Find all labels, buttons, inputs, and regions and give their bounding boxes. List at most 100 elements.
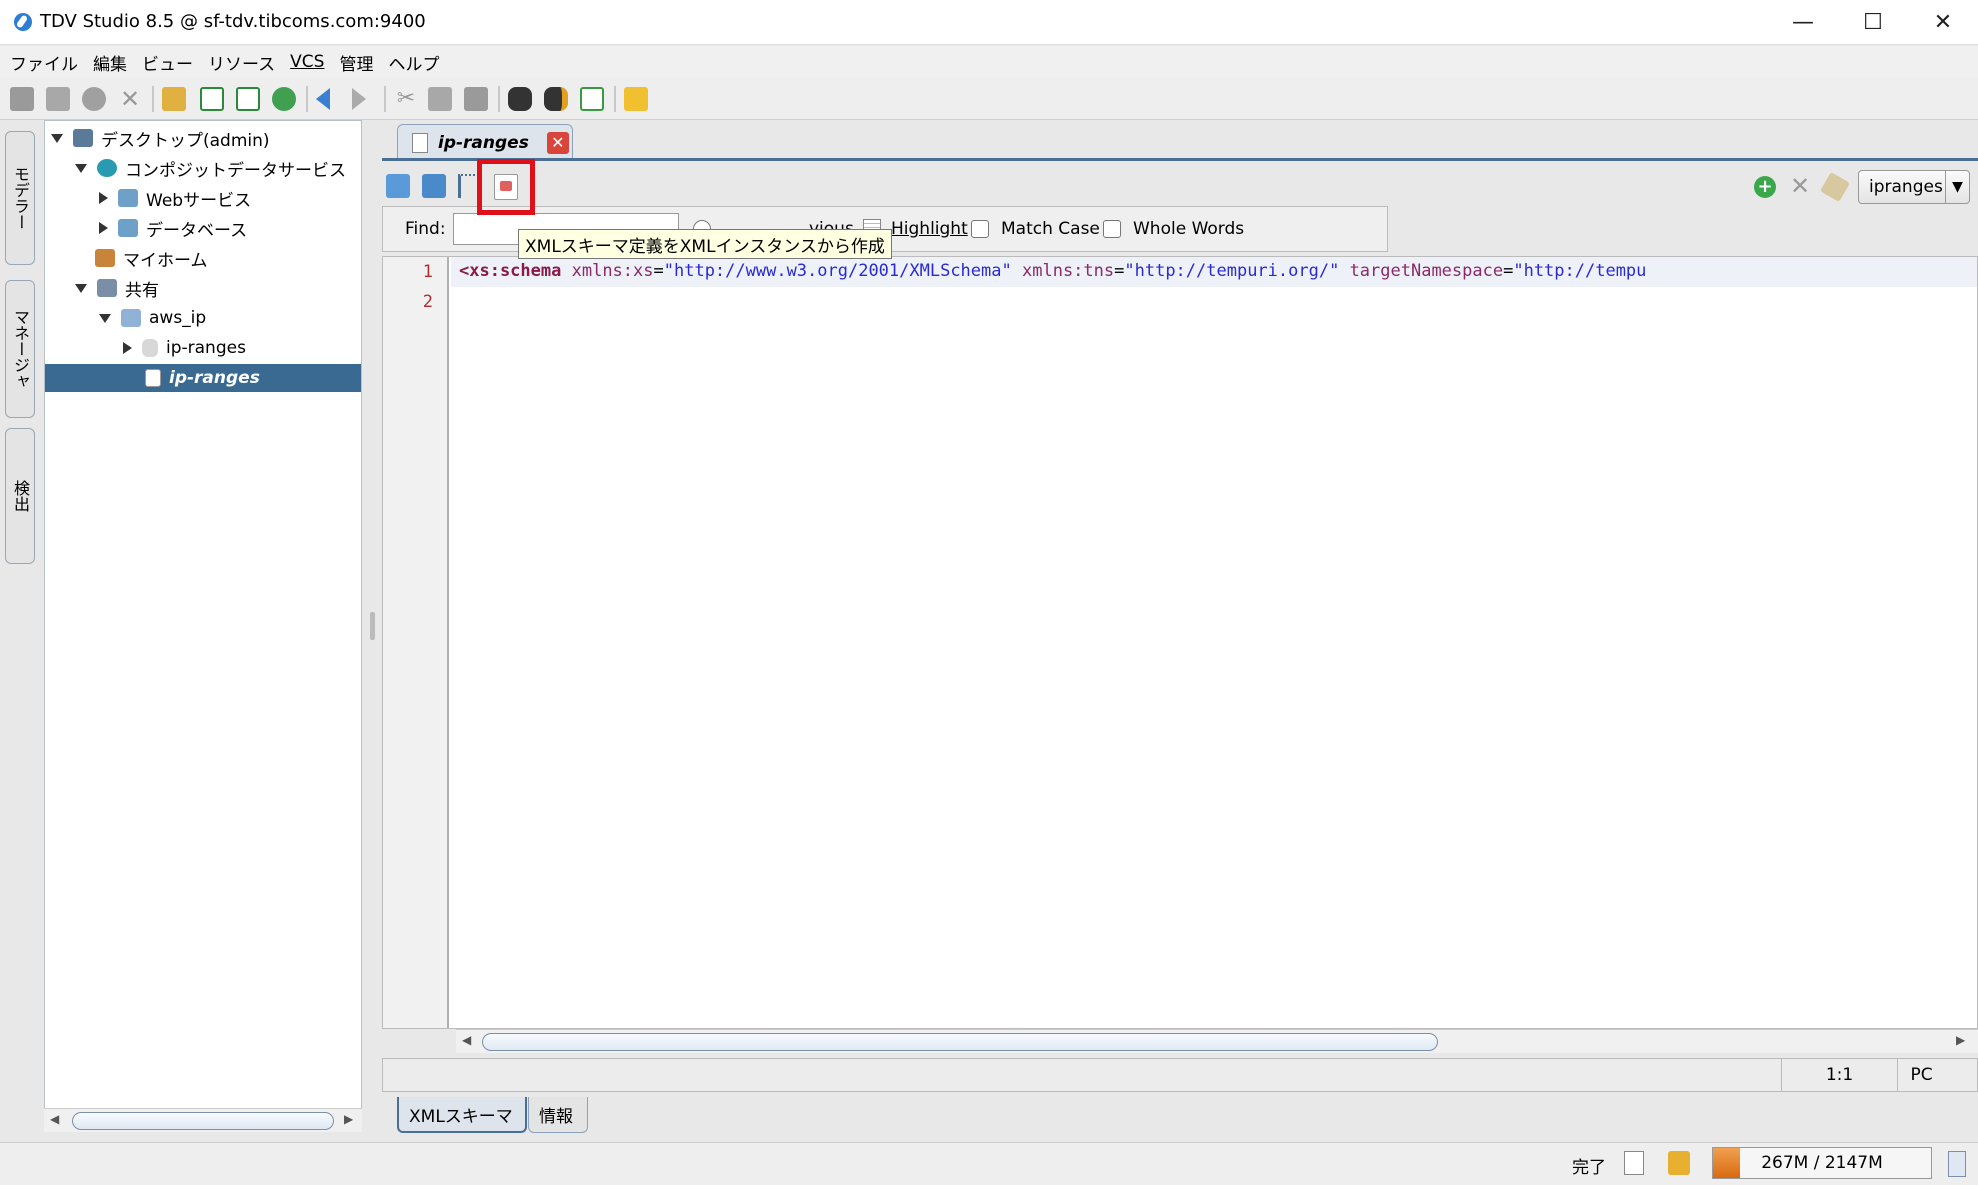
- scrollbar-thumb[interactable]: [72, 1112, 334, 1130]
- copy-icon[interactable]: [428, 87, 452, 111]
- tree-toggle-icon[interactable]: [99, 192, 108, 204]
- match-case-checkbox[interactable]: [971, 219, 989, 239]
- scroll-right-icon[interactable]: ▶: [344, 1112, 353, 1126]
- scroll-left-icon[interactable]: ◀: [462, 1033, 471, 1047]
- tree-node-aws-ip[interactable]: aws_ip: [99, 304, 206, 332]
- save-schema-icon[interactable]: [386, 174, 410, 198]
- find-in-files-icon[interactable]: [544, 87, 568, 111]
- find-icon[interactable]: [508, 87, 532, 111]
- home-icon: [95, 249, 115, 267]
- forward-icon[interactable]: [352, 88, 366, 110]
- side-tab-modeler[interactable]: モデラー: [5, 131, 35, 265]
- computer-icon: [73, 129, 93, 147]
- tree-node-shared[interactable]: 共有: [75, 274, 159, 302]
- window-title: TDV Studio 8.5 @ sf-tdv.tibcoms.com:9400: [40, 11, 426, 32]
- side-tab-manager[interactable]: マネージャ: [5, 280, 35, 418]
- expand-icon[interactable]: [200, 87, 224, 111]
- menu-vcs[interactable]: VCS: [290, 52, 324, 72]
- memory-text: 267M / 2147M: [1761, 1153, 1883, 1173]
- tree-node-myhome[interactable]: マイホーム: [95, 244, 208, 272]
- tree-toggle-icon[interactable]: [75, 163, 87, 173]
- title-bar: TDV Studio 8.5 @ sf-tdv.tibcoms.com:9400…: [0, 0, 1978, 45]
- menu-resource[interactable]: リソース: [208, 50, 275, 75]
- open-icon[interactable]: [10, 87, 34, 111]
- shared-icon: [97, 279, 117, 297]
- code-line-1[interactable]: <xs:schema xmlns:xs="http://www.w3.org/2…: [459, 261, 1959, 281]
- resource-select-value: ipranges: [1869, 177, 1943, 197]
- tree-node-label: デスクトップ(admin): [101, 130, 270, 151]
- refresh-icon[interactable]: [272, 87, 296, 111]
- tooltip: XMLスキーマ定義をXMLインスタンスから作成: [518, 229, 892, 259]
- tree-toggle-icon[interactable]: [99, 313, 111, 323]
- toolbar-separator: [498, 86, 500, 112]
- chevron-down-icon[interactable]: ▼: [1945, 171, 1969, 203]
- tree-node-label: aws_ip: [149, 308, 207, 328]
- delete-icon[interactable]: ✕: [118, 87, 142, 111]
- tree-node-composite[interactable]: コンポジットデータサービス: [75, 154, 346, 182]
- tree-node-desktop[interactable]: デスクトップ(admin): [51, 124, 270, 152]
- paste-icon[interactable]: [464, 87, 488, 111]
- save-icon[interactable]: [46, 87, 70, 111]
- folder-icon: [121, 309, 141, 327]
- tree-toggle-icon[interactable]: [51, 133, 63, 143]
- format-icon[interactable]: [422, 174, 446, 198]
- highlight-button[interactable]: Highlight: [891, 219, 968, 239]
- tree-node-ip-ranges-datasource[interactable]: ip-ranges: [123, 334, 246, 362]
- code-attr: xmlns:tns: [1022, 261, 1115, 281]
- menu-help[interactable]: ヘルプ: [388, 50, 439, 75]
- tab-info[interactable]: 情報: [528, 1097, 588, 1133]
- tree-node-label: データベース: [146, 220, 248, 241]
- tree-toggle-icon[interactable]: [99, 222, 108, 234]
- tab-xml-schema[interactable]: XMLスキーマ: [397, 1097, 527, 1133]
- xml-file-icon: [412, 132, 428, 153]
- tree-node-label: ip-ranges: [166, 338, 246, 358]
- side-tab-discovery[interactable]: 検出: [5, 428, 35, 564]
- toolbar-separator: [614, 86, 616, 112]
- menu-file[interactable]: ファイル: [10, 50, 78, 75]
- code-editor[interactable]: 1 2 <xs:schema xmlns:xs="http://www.w3.o…: [382, 256, 1978, 1029]
- remove-icon[interactable]: ✕: [1790, 172, 1810, 200]
- back-icon[interactable]: [316, 88, 330, 110]
- tag-icon[interactable]: [1819, 171, 1851, 203]
- scrollbar-thumb[interactable]: [482, 1033, 1438, 1051]
- cut-icon[interactable]: ✂: [394, 87, 418, 111]
- collapse-icon[interactable]: [236, 87, 260, 111]
- line-number: 2: [422, 292, 433, 312]
- import-icon[interactable]: [580, 87, 604, 111]
- tree-horizontal-scrollbar[interactable]: ◀ ▶: [44, 1108, 362, 1132]
- tree-toggle-icon[interactable]: [75, 283, 87, 293]
- match-case-label: Match Case: [1001, 219, 1100, 239]
- editor-tab-ip-ranges[interactable]: ip-ranges ✕: [397, 124, 573, 160]
- save-all-icon[interactable]: [82, 87, 106, 111]
- gc-icon[interactable]: [1948, 1151, 1966, 1177]
- editor-horizontal-scrollbar[interactable]: ◀ ▶: [456, 1029, 1978, 1053]
- add-icon[interactable]: +: [1754, 176, 1776, 198]
- maximize-button[interactable]: ☐: [1838, 0, 1908, 45]
- tree-node-label: マイホーム: [123, 250, 208, 271]
- menu-edit[interactable]: 編集: [93, 50, 127, 75]
- whole-words-checkbox[interactable]: [1103, 219, 1121, 239]
- whole-words-label: Whole Words: [1133, 219, 1245, 239]
- menu-view[interactable]: ビュー: [142, 50, 193, 75]
- scroll-right-icon[interactable]: ▶: [1956, 1033, 1965, 1047]
- tree-node-webservices[interactable]: Webサービス: [99, 184, 251, 212]
- tree-toggle-icon[interactable]: [123, 342, 132, 354]
- minimize-button[interactable]: —: [1768, 0, 1838, 45]
- app-logo-icon: [14, 13, 32, 31]
- line-ending: PC: [1897, 1059, 1945, 1091]
- note-icon[interactable]: [624, 87, 648, 111]
- close-tab-icon[interactable]: ✕: [546, 131, 569, 154]
- tab-underline: [382, 158, 1978, 161]
- resource-select[interactable]: ipranges ▼: [1858, 170, 1970, 204]
- close-window-button[interactable]: ✕: [1908, 0, 1978, 45]
- move-icon[interactable]: [162, 87, 186, 111]
- memory-indicator[interactable]: 267M / 2147M: [1712, 1147, 1932, 1179]
- menu-admin[interactable]: 管理: [339, 50, 373, 75]
- web-service-icon: [118, 189, 138, 207]
- scroll-left-icon[interactable]: ◀: [50, 1112, 59, 1126]
- menu-bar: ファイル 編集 ビュー リソース VCS 管理 ヘルプ: [0, 46, 1978, 78]
- tree-node-ip-ranges-xml[interactable]: ip-ranges: [45, 364, 361, 392]
- splitter-handle[interactable]: [370, 612, 375, 640]
- tree-node-databases[interactable]: データベース: [99, 214, 247, 242]
- xml-file-icon: [145, 369, 161, 387]
